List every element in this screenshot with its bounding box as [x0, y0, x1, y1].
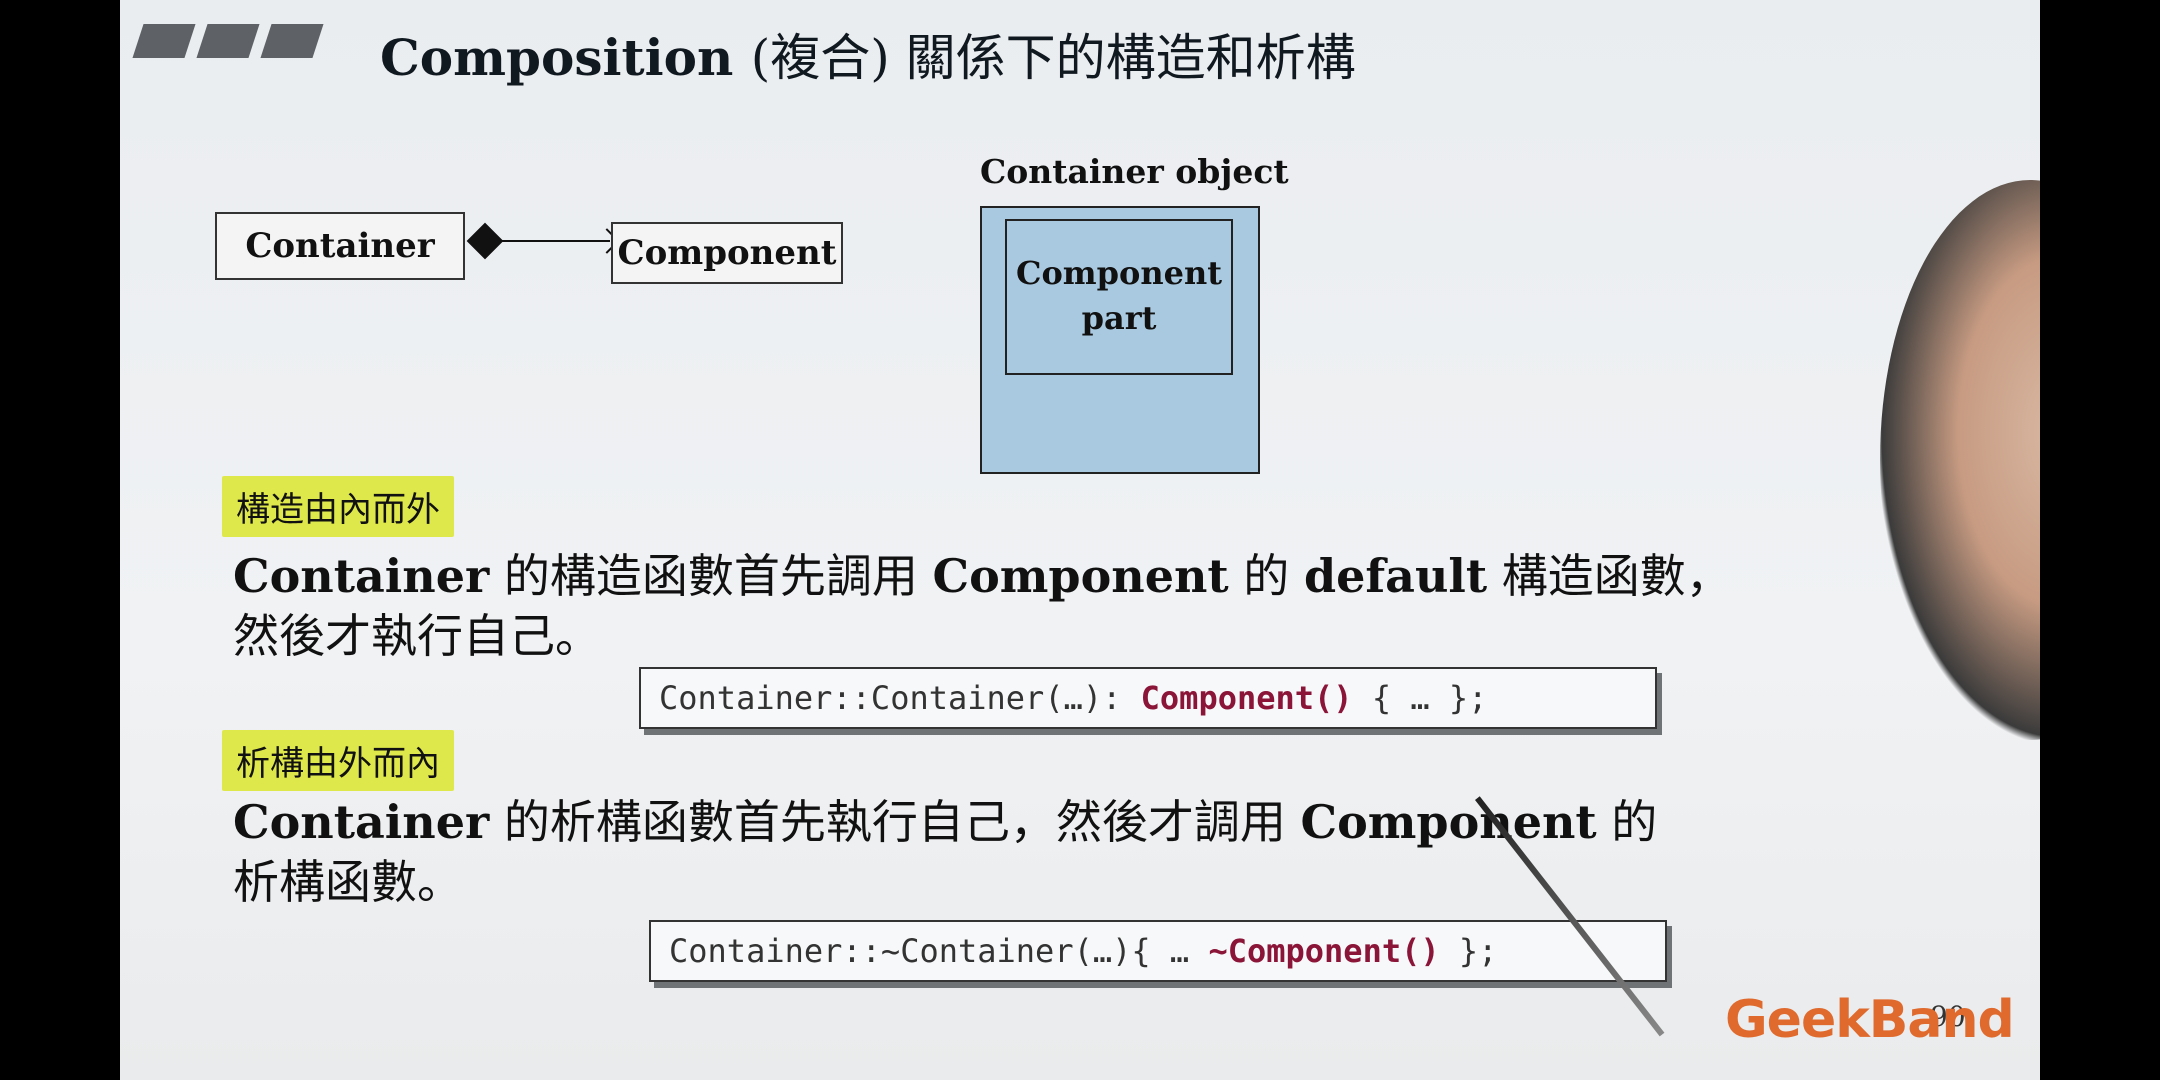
component-class-box: Component: [611, 222, 843, 284]
component-part-box: Component part: [1005, 219, 1233, 375]
dtor-code: Container::~Container(…){ … ~Component()…: [649, 920, 1667, 982]
slide-title: Composition (複合) 關係下的構造和析構: [380, 28, 1356, 87]
geekband-logo: GeekBand: [1725, 990, 2015, 1050]
ctor-highlight: 構造由內而外: [222, 476, 454, 537]
ctor-code: Container::Container(…): Component() { ……: [639, 667, 1657, 729]
title-decoration: [196, 24, 260, 58]
container-object-label: Container object: [980, 152, 1289, 191]
ctor-text: Container 的構造函數首先調用 Component 的 default …: [233, 549, 1732, 663]
composition-arrow: [490, 240, 610, 242]
title-decoration: [132, 24, 196, 58]
container-class-box: Container: [215, 212, 465, 280]
presenter-image: [1880, 180, 2040, 740]
title-decoration: [260, 24, 324, 58]
dtor-text: Container 的析構函數首先執行自己，然後才調用 Component 的 …: [233, 795, 1658, 909]
dtor-highlight: 析構由外而內: [222, 730, 454, 791]
slide: Composition (複合) 關係下的構造和析構 Container Com…: [120, 0, 2040, 1080]
